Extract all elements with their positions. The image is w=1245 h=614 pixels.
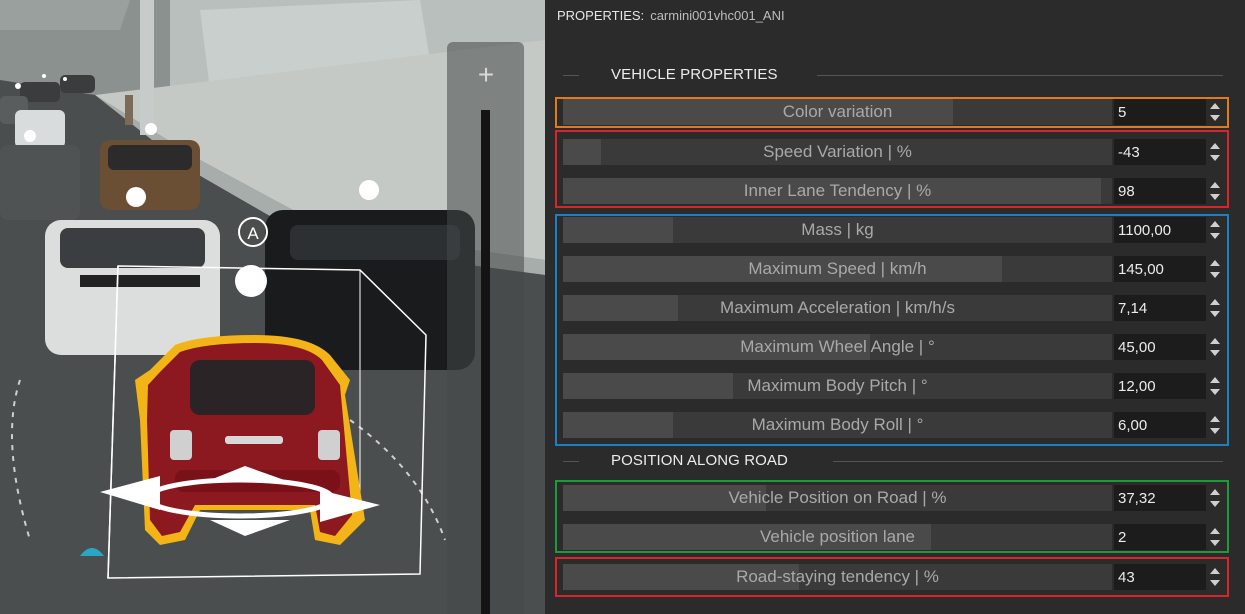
maximum-body-roll-spinner[interactable] (1209, 414, 1221, 438)
maximum-body-roll-label: Maximum Body Roll | ° (751, 415, 924, 434)
section-divider (817, 75, 1223, 76)
spin-down-icon[interactable] (1210, 540, 1220, 546)
section-divider (563, 75, 579, 76)
vehicle-position-lane-label: Vehicle position lane (759, 527, 915, 546)
spin-up-icon[interactable] (1210, 182, 1220, 188)
spin-up-icon[interactable] (1210, 377, 1220, 383)
section-position-along-road: POSITION ALONG ROAD (545, 451, 1245, 471)
maximum-wheel-angle-value[interactable]: 45,00 (1114, 334, 1206, 360)
spin-down-icon[interactable] (1210, 311, 1220, 317)
mass-value[interactable]: 1100,00 (1114, 217, 1206, 243)
color-variation-spinner[interactable] (1209, 101, 1221, 125)
inner-lane-tendency-label: Inner Lane Tendency | % (743, 181, 932, 200)
property-row-maximum-body-roll: Maximum Body Roll | ° 6,00 (563, 412, 1220, 438)
maximum-acceleration-value[interactable]: 7,14 (1114, 295, 1206, 321)
section-title: POSITION ALONG ROAD (611, 452, 788, 469)
inner-lane-tendency-value[interactable]: 98 (1114, 178, 1206, 204)
property-row-maximum-speed: Maximum Speed | km/h 145,00 (563, 256, 1220, 282)
spin-down-icon[interactable] (1210, 350, 1220, 356)
spin-down-icon[interactable] (1210, 233, 1220, 239)
spin-down-icon[interactable] (1210, 580, 1220, 586)
inner-lane-tendency-spinner[interactable] (1209, 180, 1221, 204)
section-divider (563, 461, 579, 462)
property-row-maximum-body-pitch: Maximum Body Pitch | ° 12,00 (563, 373, 1220, 399)
spin-up-icon[interactable] (1210, 416, 1220, 422)
zoom-in-button[interactable]: + (472, 60, 500, 90)
section-title: VEHICLE PROPERTIES (611, 66, 778, 83)
property-row-mass: Mass | kg 1100,00 (563, 217, 1220, 243)
spin-down-icon[interactable] (1210, 155, 1220, 161)
mass-label: Mass | kg (801, 220, 874, 239)
spin-up-icon[interactable] (1210, 221, 1220, 227)
property-row-inner-lane-tendency: Inner Lane Tendency | % 98 (563, 178, 1220, 204)
spin-up-icon[interactable] (1210, 299, 1220, 305)
header-label: PROPERTIES: (557, 8, 645, 23)
vehicle-position-on-road-value[interactable]: 37,32 (1114, 485, 1206, 511)
color-variation-label: Color variation (782, 102, 893, 121)
road-staying-tendency-label: Road-staying tendency | % (736, 567, 939, 586)
spin-up-icon[interactable] (1210, 143, 1220, 149)
road-staying-tendency-spinner[interactable] (1209, 566, 1221, 590)
mass-spinner[interactable] (1209, 219, 1221, 243)
color-variation-value[interactable]: 5 (1114, 99, 1206, 125)
spin-up-icon[interactable] (1210, 338, 1220, 344)
speed-variation-spinner[interactable] (1209, 141, 1221, 165)
maximum-body-roll-value[interactable]: 6,00 (1114, 412, 1206, 438)
maximum-wheel-angle-label: Maximum Wheel Angle | ° (740, 337, 935, 356)
spin-down-icon[interactable] (1210, 272, 1220, 278)
maximum-body-pitch-label: Maximum Body Pitch | ° (747, 376, 928, 395)
spin-up-icon[interactable] (1210, 103, 1220, 109)
maximum-body-pitch-value[interactable]: 12,00 (1114, 373, 1206, 399)
vehicle-position-lane-spinner[interactable] (1209, 526, 1221, 550)
maximum-speed-label: Maximum Speed | km/h (748, 259, 927, 278)
property-row-maximum-wheel-angle: Maximum Wheel Angle | ° 45,00 (563, 334, 1220, 360)
section-vehicle-properties: VEHICLE PROPERTIES (545, 65, 1245, 85)
speed-variation-label: Speed Variation | % (763, 142, 912, 161)
property-row-road-staying-tendency: Road-staying tendency | % 43 (563, 564, 1220, 590)
spin-down-icon[interactable] (1210, 115, 1220, 121)
road-staying-tendency-value[interactable]: 43 (1114, 564, 1206, 590)
property-row-vehicle-position-on-road: Vehicle Position on Road | % 37,32 (563, 485, 1220, 511)
zoom-slider-track[interactable] (481, 110, 490, 614)
section-divider (833, 461, 1223, 462)
maximum-body-pitch-spinner[interactable] (1209, 375, 1221, 399)
property-row-vehicle-position-lane: Vehicle position lane 2 (563, 524, 1220, 550)
spin-up-icon[interactable] (1210, 489, 1220, 495)
property-row-speed-variation: Speed Variation | % -43 (563, 139, 1220, 165)
maximum-wheel-angle-spinner[interactable] (1209, 336, 1221, 360)
vehicle-position-on-road-label: Vehicle Position on Road | % (728, 488, 947, 507)
spin-down-icon[interactable] (1210, 501, 1220, 507)
maximum-acceleration-spinner[interactable] (1209, 297, 1221, 321)
vehicle-position-on-road-spinner[interactable] (1209, 487, 1221, 511)
spin-down-icon[interactable] (1210, 389, 1220, 395)
property-row-maximum-acceleration: Maximum Acceleration | km/h/s 7,14 (563, 295, 1220, 321)
property-row-color-variation: Color variation 5 (563, 99, 1220, 125)
object-name: carmini001vhc001_ANI (650, 8, 785, 23)
spin-down-icon[interactable] (1210, 428, 1220, 434)
vehicle-position-lane-value[interactable]: 2 (1114, 524, 1206, 550)
speed-variation-value[interactable]: -43 (1114, 139, 1206, 165)
spin-down-icon[interactable] (1210, 194, 1220, 200)
panel-header: PROPERTIES: carmini001vhc001_ANI (557, 8, 785, 23)
spin-up-icon[interactable] (1210, 568, 1220, 574)
gizmo-a-handle[interactable]: A (238, 217, 268, 247)
spin-up-icon[interactable] (1210, 260, 1220, 266)
maximum-speed-spinner[interactable] (1209, 258, 1221, 282)
spin-up-icon[interactable] (1210, 528, 1220, 534)
maximum-speed-value[interactable]: 145,00 (1114, 256, 1206, 282)
properties-panel: PROPERTIES: carmini001vhc001_ANI VEHICLE … (545, 0, 1245, 614)
3d-viewport[interactable]: A + (0, 0, 545, 614)
maximum-acceleration-label: Maximum Acceleration | km/h/s (720, 298, 955, 317)
